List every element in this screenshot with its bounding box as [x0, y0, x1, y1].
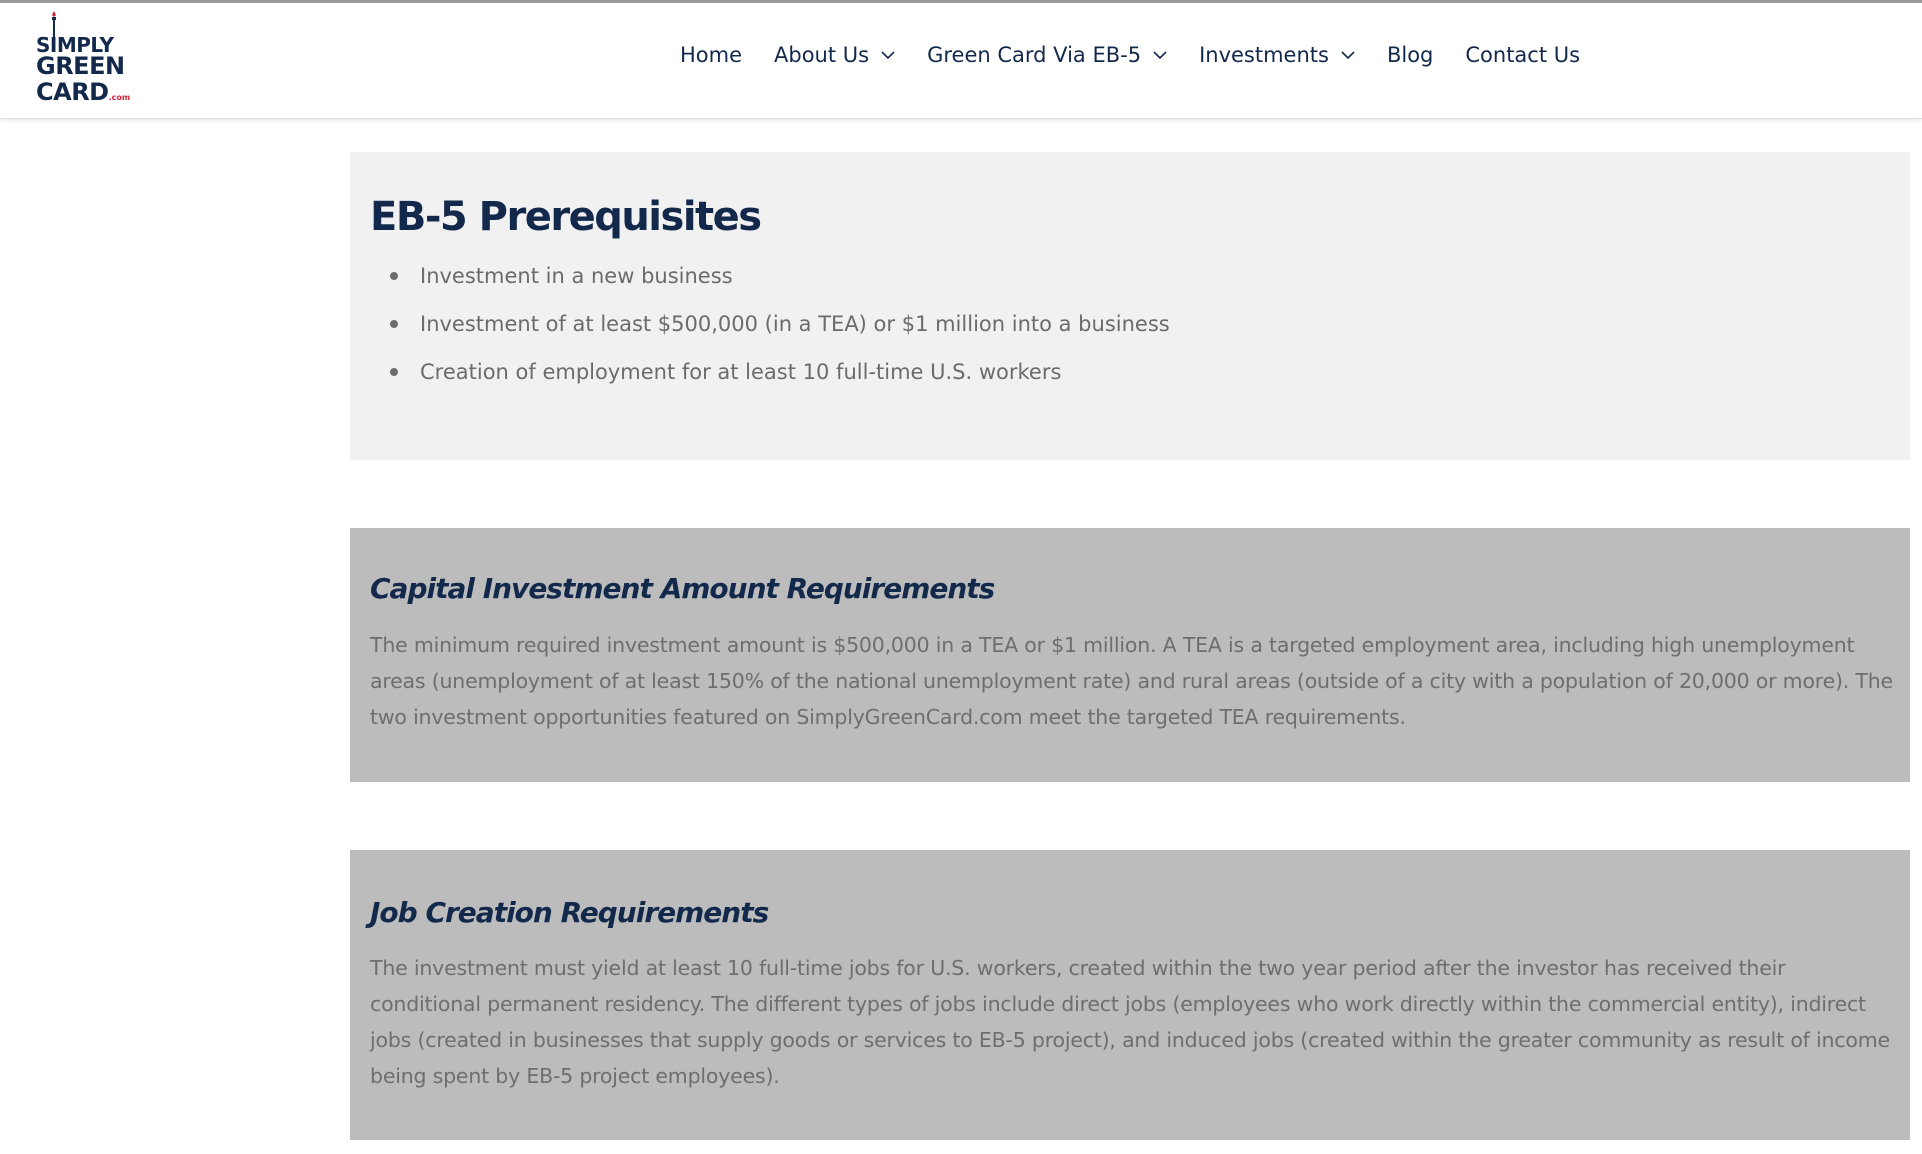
- chevron-down-icon: [1341, 51, 1355, 60]
- nav-contact-us[interactable]: Contact Us: [1465, 43, 1580, 67]
- nav-green-card-via-eb5[interactable]: Green Card Via EB-5: [927, 43, 1167, 67]
- nav-home[interactable]: Home: [680, 43, 742, 67]
- nav-home-label: Home: [680, 43, 743, 67]
- logo-line-3-text: CARD: [36, 78, 109, 106]
- list-item: Investment of at least $500,000 (in a TE…: [390, 310, 1170, 358]
- bullet-icon: [390, 272, 398, 280]
- nav-about-us-label: About Us: [774, 43, 870, 67]
- bullet-icon: [390, 368, 398, 376]
- nav-blog[interactable]: Blog: [1387, 43, 1433, 67]
- nav-green-card-label: Green Card Via EB-5: [927, 43, 1142, 67]
- nav-contact-us-label: Contact Us: [1465, 43, 1581, 67]
- capital-investment-text: The minimum required investment amount i…: [370, 633, 1893, 729]
- list-item: Investment in a new business: [390, 262, 1170, 310]
- logo-line-3: CARD.com: [36, 80, 130, 110]
- capital-investment-section: Capital Investment Amount Requirements T…: [350, 528, 1910, 782]
- nav-investments-label: Investments: [1199, 43, 1329, 67]
- list-item-text: Investment in a new business: [420, 264, 733, 288]
- prerequisites-section: EB-5 Prerequisites Investment in a new b…: [350, 152, 1910, 460]
- site-header: SIMPLY GREEN CARD.com Home About Us Gree…: [0, 3, 1922, 119]
- nav-about-us[interactable]: About Us: [774, 43, 895, 67]
- prerequisites-list: Investment in a new business Investment …: [390, 262, 1170, 406]
- main-nav: Home About Us Green Card Via EB-5 Invest…: [680, 40, 1580, 70]
- site-logo[interactable]: SIMPLY GREEN CARD.com: [36, 9, 132, 109]
- list-item-text: Investment of at least $500,000 (in a TE…: [420, 312, 1170, 336]
- prerequisites-heading: EB-5 Prerequisites: [370, 194, 762, 240]
- nav-investments[interactable]: Investments: [1199, 43, 1355, 67]
- job-creation-heading: Job Creation Requirements: [370, 896, 769, 929]
- chevron-down-icon: [881, 51, 895, 60]
- job-creation-text: The investment must yield at least 10 fu…: [370, 956, 1890, 1088]
- chevron-down-icon: [1153, 51, 1167, 60]
- job-creation-section: Job Creation Requirements The investment…: [350, 850, 1910, 1140]
- capital-investment-heading: Capital Investment Amount Requirements: [370, 572, 995, 605]
- nav-blog-label: Blog: [1386, 43, 1434, 67]
- list-item-text: Creation of employment for at least 10 f…: [420, 360, 1062, 384]
- logo-line-2: GREEN: [36, 52, 125, 80]
- bullet-icon: [390, 320, 398, 328]
- list-item: Creation of employment for at least 10 f…: [390, 358, 1170, 406]
- logo-suffix: .com: [108, 93, 131, 102]
